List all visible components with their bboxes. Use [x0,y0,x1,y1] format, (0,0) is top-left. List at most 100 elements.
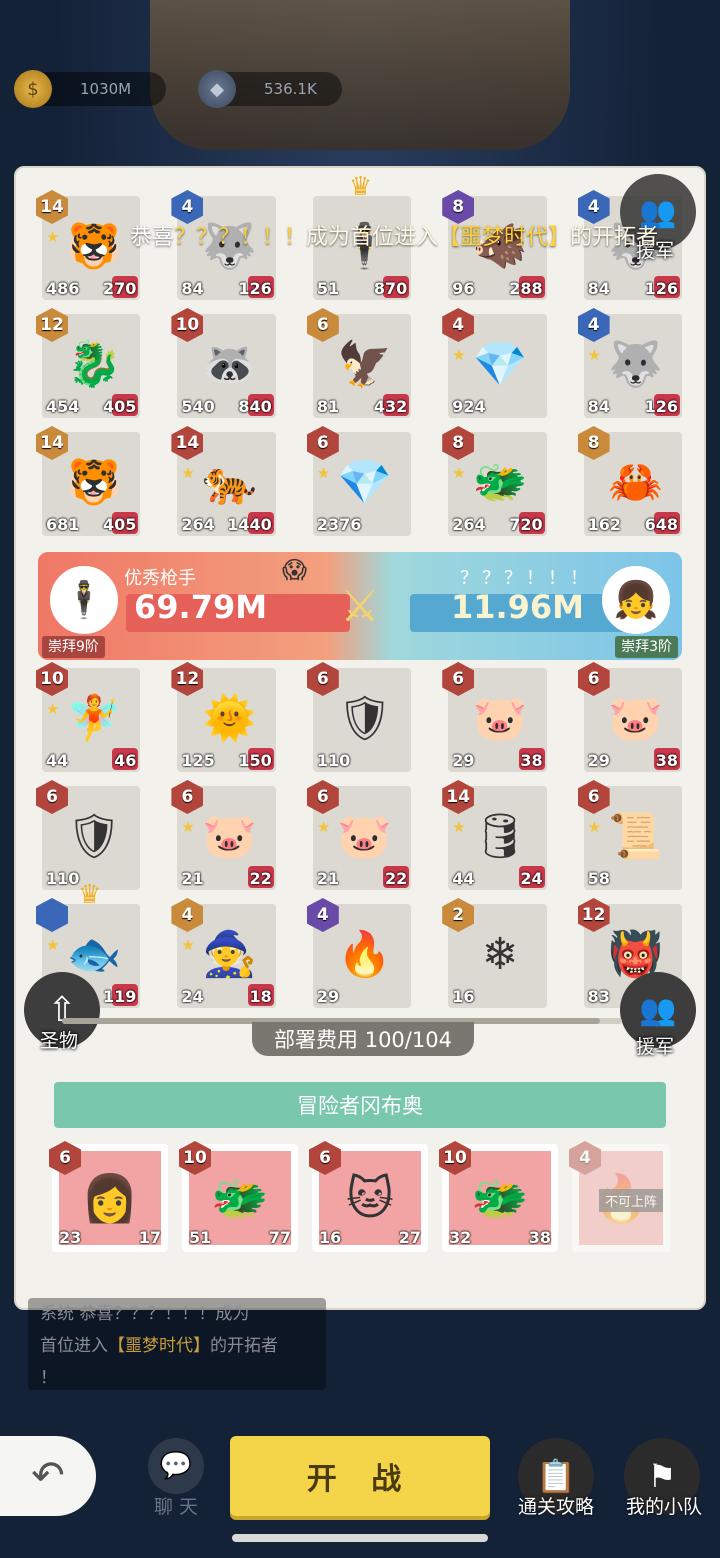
gem-value: 536.1K [264,80,317,98]
attack-value: 29 [316,987,340,1006]
player-unit-card[interactable]: 🐷 6 ★ 21 22 [306,780,412,890]
player-name: ？？？！！！ [460,568,592,589]
scroll-icon: 📜 [608,811,664,862]
reserve-unit-card[interactable]: 🐲 10 51 77 [179,1141,298,1252]
enemy-unit-card[interactable]: 🦝 10 540 840 [171,308,276,418]
enemy-unit-card[interactable]: 🦀 8 162 648 [577,426,683,536]
player-avatar[interactable]: 👧 [602,566,670,634]
crown-icon: ♛ [78,880,102,910]
enemy-unit-card[interactable]: 🐅 14 ★ 264 1440 [171,426,276,536]
hp-value: 648 [644,515,679,534]
player-row: 🐟 ★ ♛ 119 🧙 4 ★ 24 18 🔥 4 29 ❄ 2 16 👹 12 83 [36,880,683,1008]
hp-value: 38 [528,1228,551,1247]
enemy-row: 🐯 14 681 405 🐅 14 ★ 264 1440 💎 6 ★ 2376 🐲 8 ★ 264 720 🦀 8 16… [36,426,683,536]
chat-line-1: 系统 恭喜？？？！！！成为 [40,1304,250,1324]
marquee-place: 【噩梦时代】 [438,225,571,250]
shield-stone-icon: 🛡 [336,693,393,744]
marquee-suffix: 的开拓者 [570,225,659,250]
crystal-icon: 💎 [472,339,528,390]
player-unit-card[interactable]: 🛡 6 110 [306,662,412,772]
tiger-axe-icon: 🐅 [202,457,257,508]
clipboard-icon: 📋 [536,1457,576,1495]
fire-dragon-icon: 🐉 [66,339,122,390]
star-icon: ★ [46,700,60,718]
fire-stone-icon: 🔥 [337,929,393,980]
enemy-unit-card[interactable]: 💎 4 ★ 924 [442,308,547,418]
back-arrow-icon: ↶ [31,1453,65,1499]
girl-icon: 🧚 [66,693,122,744]
system-marquee: 恭喜 ？？？！！！ 成为首位进入 【噩梦时代】 的开拓者 [130,212,720,258]
attack-value: 29 [452,751,475,770]
attack-value: 84 [181,279,204,298]
back-button[interactable]: ↶ [0,1436,96,1516]
player-unit-card[interactable]: 🐷 6 ★ 21 22 [171,780,276,890]
player-unit-card[interactable]: 📜 6 ★ 58 [577,780,683,890]
gunman-icon: 🕴 [61,580,107,621]
reserve-unit-card[interactable]: 🐲 10 32 38 [439,1141,558,1252]
barrel-icon: 🛢 [472,811,529,862]
player-unit-card[interactable]: ❄ 2 16 [442,898,547,1008]
crown-icon: ♛ [348,172,373,202]
enemy-unit-card[interactable]: 🐺 4 ★ 84 126 [577,308,683,418]
adventurer-tab[interactable]: 冒险者冈布奥 [54,1082,666,1128]
enemy-row: 🐉 12 454 405 🦝 10 540 840 🦅 6 81 432 💎 4 ★ 924 🐺 4 ★ 84 126 [36,308,683,418]
enemy-unit-card[interactable]: 💎 6 ★ 2376 [306,426,412,536]
player-unit-card[interactable]: 🛡 6 110 [36,780,141,890]
attack-value: 51 [316,279,340,298]
star-icon: ★ [452,464,466,482]
gold-coin-icon: $ [14,70,52,108]
reserve-unit-card[interactable]: 🔥4不可上阵 [569,1141,670,1252]
chat-button[interactable]: 💬 [148,1438,204,1494]
relic-label: 圣物 [40,1030,79,1052]
reserve-unit-card[interactable]: 👩 6 23 17 [49,1141,168,1252]
hp-value: 150 [238,751,272,770]
reserve-row: 👩62317🐲105177🐱61627🐲103238🔥4不可上阵 [49,1141,670,1252]
attack-value: 84 [587,397,610,416]
player-unit-card[interactable]: 🧚 10 ★ 44 46 [36,662,141,772]
enemy-unit-card[interactable]: 🐯 14 ★ 486 270 [36,190,141,300]
reserve-unit-card[interactable]: 🐱 6 16 27 [309,1141,428,1252]
attack-value: 110 [316,751,351,770]
attack-value: 110 [46,869,80,888]
raccoon-icon: 🦝 [202,339,257,390]
chat-label: 聊 天 [154,1496,199,1518]
attack-value: 32 [449,1228,472,1247]
enemy-unit-card[interactable]: 🐯 14 681 405 [36,426,141,536]
player-unit-card[interactable]: 🛢 14 ★ 44 24 [442,780,547,890]
chat-line-2-tail: 的开拓者 [210,1336,278,1356]
shield-stone-icon: 🛡 [66,811,122,862]
hp-value: 126 [238,279,272,298]
player-row: 🛡 6 110 🐷 6 ★ 21 22 🐷 6 ★ 21 22 🛢 14 ★ 44 24 📜 6 ★ 58 [36,780,683,890]
home-indicator [232,1534,488,1542]
player-unit-card[interactable]: 🌞 12 125 150 [171,662,276,772]
enemy-unit-card[interactable]: 🦅 6 81 432 [306,308,412,418]
enemy-avatar[interactable]: 🕴 [50,566,118,634]
enemy-worship-badge: 崇拜9阶 [42,636,105,658]
start-battle-button[interactable]: 开 战 [230,1436,490,1516]
hp-value: 38 [655,751,679,770]
attack-value: 16 [319,1228,342,1247]
player-unit-card[interactable]: 🐷 6 29 38 [577,662,683,772]
attack-value: 83 [587,987,610,1006]
not-deployable-label: 不可上阵 [598,1189,663,1212]
attack-value: 21 [316,869,340,888]
hp-value: 870 [373,279,408,298]
attack-value: 540 [181,397,215,416]
hp-value: 22 [384,869,408,888]
enemy-unit-card[interactable]: 🐉 12 454 405 [36,308,141,418]
enemy-power: 69.79M [134,588,268,626]
gold-value: 1030M [80,80,132,98]
player-unit-card[interactable]: 🔥 4 29 [306,898,412,1008]
ice-stone-icon: ❄ [481,928,519,980]
marquee-prefix: 恭喜 [130,225,175,250]
player-worship-badge: 崇拜3阶 [615,636,678,658]
player-unit-card[interactable]: 🧙 4 ★ 24 18 [171,898,276,1008]
star-icon: ★ [587,346,602,364]
enemy-unit-card[interactable]: 🐲 8 ★ 264 720 [442,426,547,536]
aid-bottom-label: 援军 [636,1036,675,1058]
hp-value: 432 [373,397,408,416]
wolf-icon: 🐺 [608,339,664,390]
player-unit-card[interactable]: 🐷 6 29 38 [442,662,547,772]
attack-value: 125 [181,751,215,770]
attack-value: 162 [587,515,622,534]
